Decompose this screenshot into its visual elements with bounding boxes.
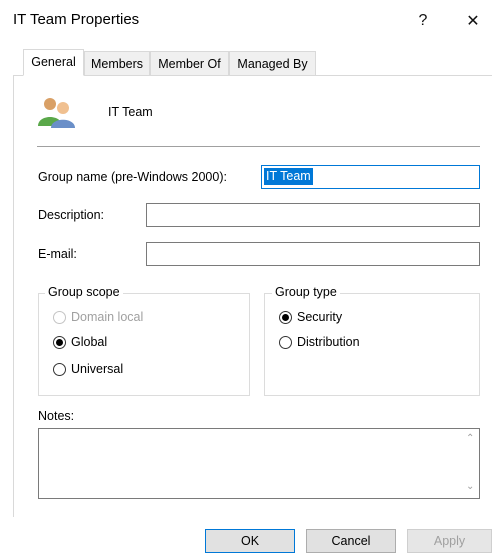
close-button[interactable]: ✕ (458, 6, 488, 36)
window-title: IT Team Properties (13, 11, 140, 28)
scroll-up-icon[interactable]: ⌃ (466, 433, 474, 444)
email-field[interactable] (146, 242, 480, 266)
scope-universal-label: Universal (71, 362, 124, 376)
scope-global-label: Global (71, 335, 108, 349)
radio-button-icon (53, 310, 66, 324)
notes-scrollbar[interactable]: ⌃ ⌄ (462, 429, 479, 498)
close-icon: ✕ (466, 13, 480, 30)
type-distribution-radio[interactable]: Distribution (279, 335, 360, 349)
radio-button-icon (279, 335, 292, 349)
apply-button[interactable]: Apply (407, 529, 492, 553)
tab-member-of[interactable]: Member Of (150, 51, 229, 75)
header-divider (37, 146, 480, 147)
notes-label: Notes: (38, 409, 75, 423)
type-distribution-label: Distribution (297, 335, 360, 349)
notes-field[interactable]: ⌃ ⌄ (38, 428, 480, 499)
tab-general[interactable]: General (23, 49, 84, 76)
tab-managed-by[interactable]: Managed By (229, 51, 316, 75)
radio-button-checked-icon (53, 335, 66, 349)
scope-domain-local-label: Domain local (71, 310, 144, 324)
description-label: Description: (38, 208, 104, 222)
email-label: E-mail: (38, 247, 77, 261)
group-users-icon (37, 96, 77, 128)
group-name-field[interactable]: IT Team (261, 165, 480, 189)
type-security-label: Security (297, 310, 343, 324)
group-name-value: IT Team (264, 168, 313, 185)
scope-domain-local-radio[interactable]: Domain local (53, 310, 143, 324)
radio-button-checked-icon (279, 310, 292, 324)
group-display-name: IT Team (108, 105, 153, 119)
description-field[interactable] (146, 203, 480, 227)
scope-universal-radio[interactable]: Universal (53, 362, 123, 376)
help-icon: ? (418, 12, 428, 29)
scroll-down-icon[interactable]: ⌄ (466, 481, 474, 492)
radio-button-icon (53, 362, 66, 376)
group-name-label: Group name (pre-Windows 2000): (38, 170, 227, 184)
cancel-button[interactable]: Cancel (306, 529, 396, 553)
help-button[interactable]: ? (408, 6, 438, 36)
group-scope-legend: Group scope (45, 285, 123, 299)
type-security-radio[interactable]: Security (279, 310, 342, 324)
tab-members[interactable]: Members (84, 51, 150, 75)
ok-button[interactable]: OK (205, 529, 295, 553)
scope-global-radio[interactable]: Global (53, 335, 107, 349)
group-type-legend: Group type (272, 285, 340, 299)
